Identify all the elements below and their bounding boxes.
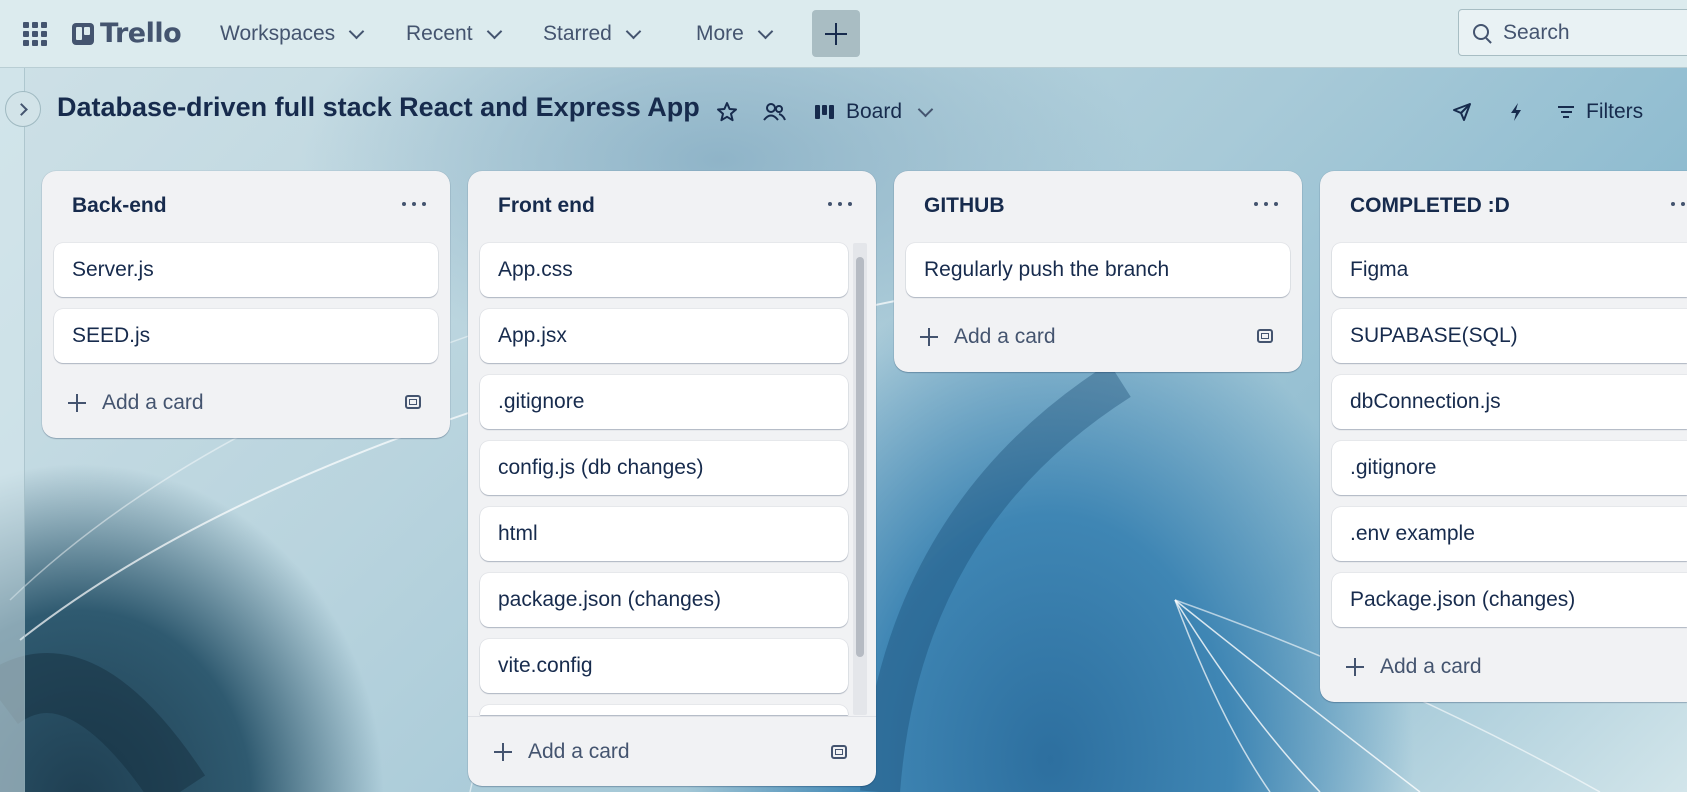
card[interactable]: .gitignore — [1332, 441, 1687, 495]
trello-logo[interactable]: Trello — [72, 18, 182, 49]
add-card-button[interactable]: Add a card — [920, 317, 1056, 357]
plus-icon — [68, 394, 86, 412]
create-from-template-button[interactable] — [828, 741, 850, 763]
card[interactable]: Package.json (changes) — [1332, 573, 1687, 627]
card[interactable]: Regularly push the branch — [906, 243, 1290, 297]
more-horizontal-icon — [402, 202, 406, 206]
more-horizontal-icon — [1254, 202, 1258, 206]
add-card-label: Add a card — [528, 740, 630, 763]
plus-icon — [825, 22, 847, 45]
add-card-label: Add a card — [954, 325, 1056, 348]
card[interactable]: html — [480, 507, 848, 561]
list-github: GITHUB Regularly push the branch Add a c… — [894, 171, 1302, 372]
collapsed-sidebar — [0, 68, 25, 792]
nav-starred-dropdown[interactable]: Starred — [543, 18, 642, 50]
card[interactable]: SUPABASE(SQL) — [1332, 309, 1687, 363]
board-view-label: Board — [846, 100, 903, 123]
nav-workspaces-label: Workspaces — [220, 22, 336, 45]
grid-icon — [23, 22, 29, 28]
card[interactable]: package.json (changes) — [480, 573, 848, 627]
chevron-down-icon — [625, 23, 642, 39]
nav-workspaces-dropdown[interactable]: Workspaces — [220, 18, 365, 50]
list-actions-button[interactable] — [828, 197, 852, 211]
chevron-down-icon — [486, 23, 502, 39]
create-from-template-button[interactable] — [1254, 325, 1276, 347]
filter-icon — [1558, 105, 1574, 119]
plus-icon — [494, 743, 512, 761]
workspace-visible-icon — [763, 103, 786, 121]
nav-more-label: More — [696, 22, 744, 45]
trello-logo-text: Trello — [100, 18, 182, 49]
automation-button[interactable] — [1502, 98, 1530, 126]
add-card-label: Add a card — [102, 391, 204, 414]
card[interactable]: vite.config — [480, 639, 848, 693]
card[interactable]: dbConnection.js — [1332, 375, 1687, 429]
plus-icon — [1346, 658, 1364, 676]
filters-button[interactable]: Filters — [1558, 94, 1643, 130]
list-title[interactable]: COMPLETED :D — [1350, 194, 1510, 218]
add-card-label: Add a card — [1380, 655, 1482, 678]
card[interactable]: Figma — [1332, 243, 1687, 297]
board-view-switcher[interactable]: Board — [815, 94, 934, 130]
nav-more-dropdown[interactable]: More — [696, 18, 774, 50]
list-front-end: Front end App.css App.jsx .gitignore con… — [468, 171, 876, 786]
add-card-button[interactable]: Add a card — [494, 732, 630, 772]
chevron-down-icon — [757, 23, 774, 39]
search-icon — [1473, 23, 1491, 42]
top-navigation-bar: Trello Workspaces Recent Starred More Se… — [0, 0, 1687, 68]
app-switcher-button[interactable] — [22, 21, 48, 47]
star-board-button[interactable] — [713, 98, 741, 126]
chevron-down-icon — [348, 23, 365, 39]
power-ups-button[interactable] — [1448, 98, 1476, 126]
search-input[interactable]: Search — [1458, 9, 1687, 56]
card-template-icon — [405, 395, 421, 409]
add-card-button[interactable]: Add a card — [1346, 647, 1482, 687]
card[interactable]: .env example — [1332, 507, 1687, 561]
trello-logo-icon — [72, 22, 94, 45]
star-icon — [717, 102, 737, 122]
card[interactable]: config.js (db changes) — [480, 441, 848, 495]
search-placeholder: Search — [1503, 20, 1570, 44]
list-actions-button[interactable] — [402, 197, 426, 211]
card[interactable]: SEED.js — [54, 309, 438, 363]
board-view-icon — [815, 105, 834, 119]
list-completed: COMPLETED :D Figma SUPABASE(SQL) dbConne… — [1320, 171, 1687, 702]
expand-sidebar-button[interactable] — [5, 91, 41, 127]
create-from-template-button[interactable] — [402, 391, 424, 413]
scrollbar-thumb[interactable] — [856, 257, 864, 657]
board-title[interactable]: Database-driven full stack React and Exp… — [57, 92, 700, 123]
plus-icon — [920, 328, 938, 346]
create-button[interactable] — [812, 10, 860, 57]
card[interactable]: .gitignore — [480, 375, 848, 429]
trello-board-page: Trello Workspaces Recent Starred More Se… — [0, 0, 1687, 792]
more-horizontal-icon — [828, 202, 832, 206]
lightning-icon — [1511, 103, 1521, 121]
chevron-down-icon — [917, 101, 934, 117]
card-template-icon — [831, 745, 847, 759]
list-title[interactable]: Back-end — [72, 194, 167, 218]
list-actions-button[interactable] — [1254, 197, 1278, 211]
list-scrollbar[interactable] — [853, 243, 867, 715]
add-card-button[interactable]: Add a card — [68, 383, 204, 423]
card[interactable]: App.css — [480, 243, 848, 297]
list-back-end: Back-end Server.js SEED.js Add a card — [42, 171, 450, 438]
rocket-icon — [1453, 103, 1471, 121]
card-template-icon — [1257, 329, 1273, 343]
card[interactable]: Server.js — [54, 243, 438, 297]
card-partially-hidden[interactable] — [480, 705, 848, 715]
more-horizontal-icon — [1671, 202, 1675, 206]
list-title[interactable]: GITHUB — [924, 194, 1005, 218]
nav-recent-label: Recent — [406, 22, 473, 45]
list-title[interactable]: Front end — [498, 194, 595, 218]
card[interactable]: App.jsx — [480, 309, 848, 363]
visibility-button[interactable] — [760, 98, 788, 126]
filters-label: Filters — [1586, 100, 1644, 123]
chevron-right-icon — [15, 102, 28, 116]
nav-starred-label: Starred — [543, 22, 612, 45]
list-actions-button[interactable] — [1671, 197, 1687, 211]
nav-recent-dropdown[interactable]: Recent — [406, 18, 502, 50]
divider — [468, 716, 876, 717]
